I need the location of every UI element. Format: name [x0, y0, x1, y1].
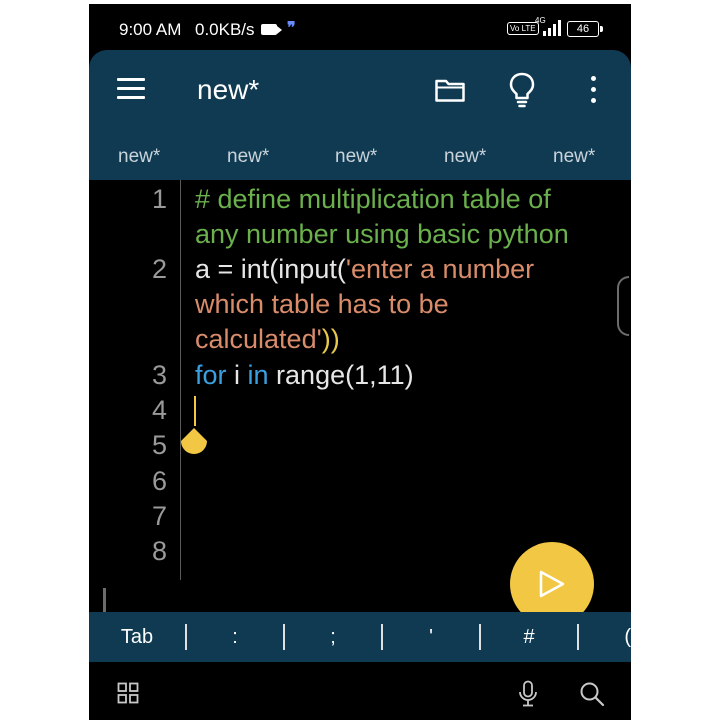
- tab-file-2[interactable]: new*: [227, 146, 269, 168]
- tab-file-4[interactable]: new*: [444, 146, 486, 168]
- line-number: 4: [151, 395, 167, 425]
- tab-file-3[interactable]: new*: [335, 146, 377, 168]
- line-number: 7: [151, 501, 167, 531]
- app-bar: new*: [89, 50, 631, 130]
- code-keyword: for: [195, 360, 227, 390]
- code-token: )): [321, 324, 340, 354]
- grid-icon[interactable]: [117, 682, 139, 704]
- code-string: 'enter a number: [345, 254, 535, 284]
- line-number: 5: [151, 430, 167, 460]
- lightbulb-icon[interactable]: [509, 72, 535, 108]
- code-line-3: for i in range(1,11): [195, 358, 414, 393]
- status-network-speed: 0.0KB/s: [195, 20, 255, 39]
- tab-file-5[interactable]: new*: [553, 146, 595, 168]
- scrollbar-thumb[interactable]: [617, 276, 629, 336]
- symbol-key-tab[interactable]: Tab: [89, 612, 185, 662]
- code-line-2b: which table has to be: [195, 289, 449, 319]
- microphone-icon[interactable]: [517, 680, 539, 708]
- tab-file-1[interactable]: new*: [118, 146, 160, 168]
- message-icon: ❞: [287, 20, 296, 37]
- hamburger-menu-icon[interactable]: [117, 78, 145, 100]
- volte-badge: Vo LTE: [507, 22, 539, 35]
- status-time: 9:00 AM: [119, 20, 182, 39]
- code-editor[interactable]: 1 2 3 4 5 6 7 8 # define multiplication …: [89, 180, 631, 648]
- signal-icon: [535, 18, 561, 36]
- line-number: 2: [151, 254, 167, 284]
- line-number: 8: [151, 536, 167, 566]
- battery-icon: 46: [567, 21, 603, 37]
- symbol-key-hash[interactable]: #: [481, 612, 577, 662]
- bottom-toolbar: [89, 662, 631, 720]
- line-number: 1: [151, 184, 167, 214]
- folder-icon[interactable]: [435, 78, 465, 102]
- code-line-2a: a = int(input('enter a number: [195, 252, 534, 287]
- video-camera-icon: [261, 24, 282, 35]
- text-cursor: [194, 396, 196, 426]
- file-tabs: new* new* new* new* new*: [89, 130, 631, 180]
- code-token: a = int(input(: [195, 254, 346, 284]
- symbol-bar: Tab : ; ' # (: [89, 612, 631, 662]
- more-options-icon[interactable]: [589, 76, 597, 104]
- file-title: new*: [197, 74, 260, 105]
- cursor-handle[interactable]: [179, 428, 209, 458]
- line-number: 3: [151, 360, 167, 390]
- symbol-key-paren[interactable]: (: [579, 612, 631, 662]
- symbol-key-quote[interactable]: ': [383, 612, 479, 662]
- code-token: i: [226, 360, 248, 390]
- code-line-1a: # define multiplication table of: [195, 184, 551, 214]
- status-bar: 9:00 AM 0.0KB/s ❞ Vo LTE 4G 46: [89, 4, 631, 50]
- symbol-key-semicolon[interactable]: ;: [285, 612, 381, 662]
- gutter-divider: [180, 180, 181, 580]
- line-number: 6: [151, 466, 167, 496]
- code-keyword: in: [247, 360, 269, 390]
- code-string: calculated': [195, 324, 322, 354]
- phone-screen: 9:00 AM 0.0KB/s ❞ Vo LTE 4G 46 new* new*…: [89, 4, 631, 720]
- search-icon[interactable]: [579, 681, 605, 707]
- symbol-key-colon[interactable]: :: [187, 612, 283, 662]
- play-icon: [539, 570, 565, 598]
- code-line-2c: calculated')): [195, 322, 340, 357]
- code-token: range(1,11): [268, 360, 414, 390]
- code-line-1b: any number using basic python: [195, 219, 569, 249]
